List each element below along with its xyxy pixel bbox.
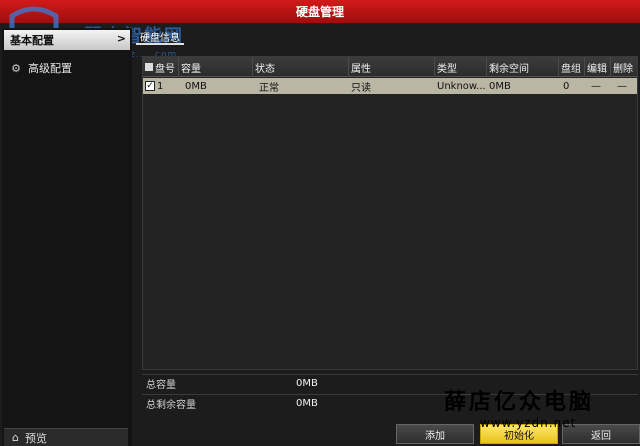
total-capacity-value: 0MB [296, 378, 318, 389]
add-button[interactable]: 添加 [396, 424, 474, 444]
column-header-capacity[interactable]: 容量 [179, 57, 253, 77]
column-header-attribute[interactable]: 属性 [349, 57, 435, 77]
gear-icon: ⚙ [11, 61, 21, 75]
column-header-type[interactable]: 类型 [435, 57, 487, 77]
disk-table: 盘号 容量 状态 属性 类型 剩余空间 盘组 编辑 删除 ✓ 1 0MB 正常 … [142, 56, 638, 370]
total-free-value: 0MB [296, 398, 318, 409]
total-free-label: 总剩余容量 [146, 400, 196, 411]
table-header: 盘号 容量 状态 属性 类型 剩余空间 盘组 编辑 删除 [143, 57, 637, 77]
watermark-signature: 薛店亿众电脑 [444, 389, 595, 415]
chevron-right-icon: > [116, 32, 126, 45]
column-header-status[interactable]: 状态 [253, 57, 349, 77]
cell-group: 0 [563, 80, 570, 92]
sidebar-item-label: 高级配置 [28, 62, 72, 75]
select-all-checkbox[interactable] [145, 63, 153, 71]
row-checkbox[interactable]: ✓ [145, 81, 155, 91]
watermark-signature-url: www.yzdn.net [480, 416, 577, 430]
delete-icon[interactable]: — [611, 78, 637, 94]
cell-disk-no: 1 [157, 80, 164, 92]
preview-button[interactable]: ⌂ 预览 [4, 428, 128, 446]
cell-status: 正常 [259, 82, 279, 94]
table-row[interactable]: ✓ 1 0MB 正常 只读 Unknow... 0MB 0 — — [143, 78, 637, 94]
column-header-group[interactable]: 盘组 [559, 57, 585, 77]
total-capacity-label: 总容量 [146, 380, 176, 391]
tab-disk-info[interactable]: 硬盘信息 [136, 30, 184, 45]
sidebar: 基本配置 > ⚙ 高级配置 [2, 28, 132, 446]
edit-icon[interactable]: — [585, 78, 611, 94]
cell-capacity: 0MB [185, 80, 207, 92]
cell-type: Unknow... [437, 80, 486, 92]
column-header-disk-no[interactable]: 盘号 [143, 57, 179, 77]
preview-label: 预览 [24, 431, 47, 445]
window-title: 硬盘管理 [0, 0, 640, 24]
column-header-delete[interactable]: 删除 [611, 57, 637, 77]
column-header-free-space[interactable]: 剩余空间 [487, 57, 559, 77]
cell-attribute: 只读 [351, 82, 371, 94]
sidebar-item-label: 基本配置 [10, 34, 54, 47]
cell-free-space: 0MB [489, 80, 511, 92]
column-header-edit[interactable]: 编辑 [585, 57, 611, 77]
sidebar-item-basic-config[interactable]: 基本配置 > [4, 30, 130, 50]
home-icon: ⌂ [12, 431, 19, 444]
sidebar-item-advanced-config[interactable]: ⚙ 高级配置 [4, 58, 130, 78]
